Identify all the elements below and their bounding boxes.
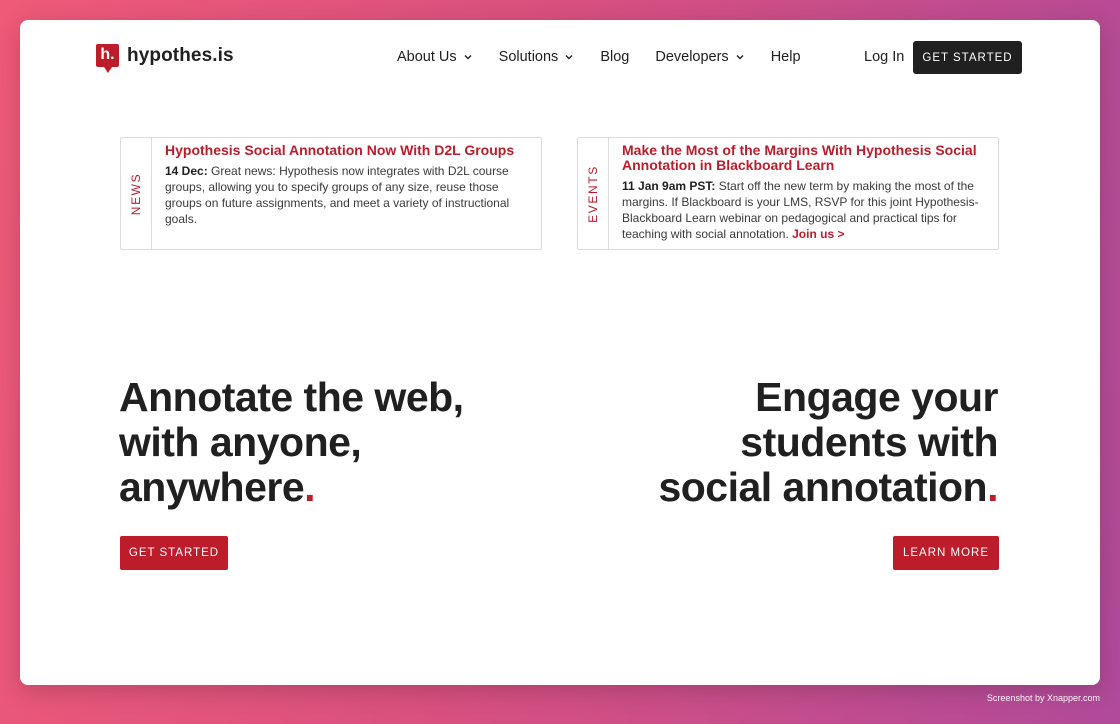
events-body: Make the Most of the Margins With Hypoth… (609, 138, 998, 249)
nav-label: Blog (600, 49, 630, 65)
hero-heading-right: Engage your students with social annotat… (578, 375, 998, 510)
login-link[interactable]: Log In (864, 49, 904, 65)
news-date: 14 Dec: (165, 164, 208, 178)
hero-line: with anyone, (119, 419, 362, 465)
learn-more-button[interactable]: LEARN MORE (893, 536, 999, 570)
nav-solutions[interactable]: Solutions (499, 49, 575, 65)
chevron-down-icon (736, 55, 744, 60)
screenshot-credit: Screenshot by Xnapper.com (986, 693, 1100, 703)
main-nav: About Us Solutions Blog Developers Help (397, 49, 801, 65)
events-tag: EVENTS (578, 138, 609, 249)
join-us-link[interactable]: Join us > (792, 227, 844, 241)
nav-blog[interactable]: Blog (600, 49, 629, 65)
hero-line: Engage your (755, 374, 998, 420)
hypothesis-logo-icon: h. (96, 44, 119, 73)
nav-label: Help (770, 49, 801, 65)
hero-heading-left: Annotate the web, with anyone, anywhere. (119, 375, 539, 510)
news-card[interactable]: NEWS Hypothesis Social Annotation Now Wi… (120, 137, 542, 250)
nav-developers[interactable]: Developers (655, 49, 744, 65)
hero-line: Annotate the web, (119, 374, 464, 420)
logo-text: hypothes.is (127, 44, 234, 66)
events-title[interactable]: Make the Most of the Margins With Hypoth… (622, 143, 986, 173)
events-card[interactable]: EVENTS Make the Most of the Margins With… (577, 137, 999, 250)
hero-dot: . (304, 464, 316, 510)
hero-line-last: anywhere. (119, 465, 539, 510)
chevron-down-icon (565, 55, 573, 60)
hero-dot: . (987, 464, 998, 510)
hero-line-last: social annotation. (578, 465, 998, 510)
nav-help[interactable]: Help (771, 49, 801, 65)
logo[interactable]: h. hypothes.is (96, 44, 234, 73)
hero-line-text: anywhere (119, 464, 305, 510)
hero-line: students with (740, 419, 998, 465)
nav-label: About Us (397, 49, 457, 65)
nav-about-us[interactable]: About Us (397, 49, 473, 65)
news-tag-label: NEWS (129, 172, 143, 215)
events-date: 11 Jan 9am PST: (622, 179, 716, 193)
news-text: 14 Dec: Great news: Hypothesis now integ… (165, 163, 529, 227)
chevron-down-icon (464, 55, 472, 60)
browser-window: h. hypothes.is About Us Solutions Blog D… (20, 20, 1100, 685)
news-body: Hypothesis Social Annotation Now With D2… (152, 138, 541, 249)
news-title[interactable]: Hypothesis Social Annotation Now With D2… (165, 143, 529, 158)
events-text: 11 Jan 9am PST: Start off the new term b… (622, 178, 986, 242)
hero-line-text: social annotation (658, 464, 988, 510)
news-tag: NEWS (121, 138, 152, 249)
nav-label: Developers (655, 49, 729, 65)
news-description: Great news: Hypothesis now integrates wi… (165, 164, 510, 226)
get-started-header-button[interactable]: GET STARTED (913, 41, 1022, 74)
get-started-button[interactable]: GET STARTED (120, 536, 228, 570)
events-tag-label: EVENTS (586, 164, 600, 223)
nav-label: Solutions (498, 49, 559, 65)
